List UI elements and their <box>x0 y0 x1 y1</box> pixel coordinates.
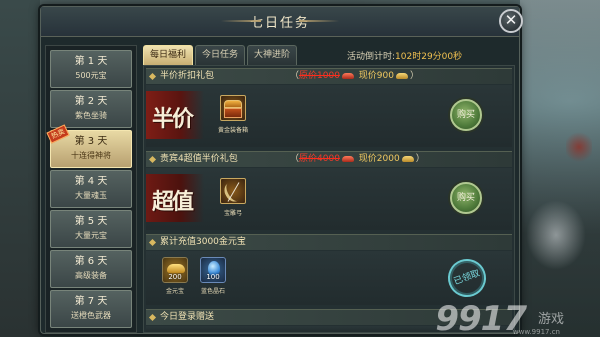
paren-open: （ <box>290 154 300 164</box>
gold-ingot-icon <box>395 72 408 79</box>
red-ingot-icon <box>341 72 354 79</box>
day-label: 第 4 天 <box>74 176 108 187</box>
price-line: （原价1000 现价900 ） <box>290 69 419 84</box>
gold-ingot-icon <box>167 264 185 273</box>
title-bar: 七日任务 <box>41 7 519 37</box>
day-reward: 十连得神将 <box>71 151 111 160</box>
banner-text: 超值 <box>152 189 194 215</box>
day-label: 第 5 天 <box>74 216 108 227</box>
day-item-5[interactable]: 第 5 天 大量元宝 <box>50 210 132 248</box>
diamond-icon <box>148 155 157 164</box>
buy-button-super-value[interactable]: 购买 <box>450 182 482 214</box>
paren-open: （ <box>290 71 300 81</box>
day-label: 第 7 天 <box>74 296 108 307</box>
diamond-icon <box>148 238 157 247</box>
current-price: 现价2000 <box>358 154 400 164</box>
watermark-url: www.9917.cn <box>512 328 560 336</box>
diamond-icon <box>148 313 157 322</box>
day-list: 第 1 天 500元宝 第 2 天 紫色坐骑 热卖 第 3 天 十连得神将 第 … <box>45 45 137 333</box>
item-name: 蓝色晶石 <box>200 288 225 295</box>
red-ingot-icon <box>341 155 354 162</box>
tab-master-advance[interactable]: 大神进阶 <box>247 45 298 65</box>
day-item-4[interactable]: 第 4 天 大量魂玉 <box>50 170 132 208</box>
event-countdown: 活动倒计时:102时29分00秒 <box>347 49 462 62</box>
scene-snow-decoration <box>526 200 586 270</box>
day-item-6[interactable]: 第 6 天 高级装备 <box>50 250 132 288</box>
scene-right-edge <box>520 0 600 337</box>
banner-text: 半价 <box>152 106 194 132</box>
section-title: 贵宾4超值半价礼包 <box>160 154 238 164</box>
day-reward: 大量元宝 <box>75 231 107 240</box>
claimed-stamp: 已领取 <box>442 253 492 303</box>
buy-button-half-price[interactable]: 购买 <box>450 99 482 131</box>
section-body-recharge: 200 金元宝 100 蓝色晶石 已领取 <box>146 251 512 305</box>
price-line: （原价4000 现价2000 ） <box>290 152 425 167</box>
watermark-sub: 游戏 <box>537 312 564 327</box>
gold-yuanbao-item[interactable]: 200 <box>162 257 188 283</box>
day-label: 第 2 天 <box>74 96 108 107</box>
scene-red-decoration <box>566 130 592 164</box>
day-reward: 紫色坐骑 <box>75 111 107 120</box>
tab-daily-welfare[interactable]: 每日福利 <box>143 45 194 65</box>
day-label: 第 6 天 <box>74 256 108 267</box>
original-price: 原价4000 <box>299 154 340 164</box>
super-value-banner: 超值 <box>146 174 204 222</box>
chest-lid-icon <box>224 100 242 108</box>
section-body-super-value: 超值 宝雕弓 购买 <box>146 168 512 230</box>
title-ornament-left <box>221 20 261 22</box>
item-quantity: 100 <box>206 273 220 281</box>
tab-bar: 每日福利 今日任务 大神进阶 <box>143 45 298 65</box>
section-header-super-value: 贵宾4超值半价礼包 （原价4000 现价2000 ） <box>146 151 512 167</box>
day-reward: 高级装备 <box>75 271 107 280</box>
section-title: 今日登录赠送 <box>160 312 215 322</box>
current-price: 现价900 <box>358 71 394 81</box>
diamond-icon <box>148 72 157 81</box>
original-price: 原价1000 <box>299 71 340 81</box>
day-label: 第 1 天 <box>74 56 108 67</box>
treasure-bow-item[interactable] <box>220 178 246 205</box>
gold-equipment-chest-item[interactable] <box>220 95 246 121</box>
paren-close: ） <box>409 71 419 81</box>
section-header-half-price: 半价折扣礼包 （原价1000 现价900 ） <box>146 68 512 84</box>
title-ornament-right <box>299 20 339 22</box>
day-reward: 送橙色武器 <box>71 311 111 320</box>
day-item-1[interactable]: 第 1 天 500元宝 <box>50 50 132 88</box>
reward-content: 半价折扣礼包 （原价1000 现价900） 半价 黄金装备箱 购买 贵宾4超值半… <box>143 65 515 333</box>
gold-ingot-icon <box>401 155 414 162</box>
item-name: 黄金装备箱 <box>217 127 248 134</box>
tab-today-tasks[interactable]: 今日任务 <box>195 45 246 65</box>
section-body-half-price: 半价 黄金装备箱 购买 <box>146 85 512 147</box>
day-item-7[interactable]: 第 7 天 送橙色武器 <box>50 290 132 328</box>
blue-crystal-item[interactable]: 100 <box>200 257 226 283</box>
section-header-recharge: 累计充值3000金元宝 <box>146 234 512 250</box>
day-item-3[interactable]: 热卖 第 3 天 十连得神将 <box>46 124 132 168</box>
item-name: 宝雕弓 <box>223 210 242 217</box>
item-quantity: 200 <box>168 273 182 281</box>
countdown-label: 活动倒计时: <box>347 52 396 62</box>
half-price-banner: 半价 <box>146 91 204 139</box>
section-title: 半价折扣礼包 <box>160 71 215 81</box>
scene-left-edge <box>0 0 40 337</box>
close-button[interactable]: ✕ <box>499 9 523 33</box>
chest-body-icon <box>224 108 242 118</box>
paren-close: ） <box>415 154 425 164</box>
countdown-time: 102时29分00秒 <box>395 52 463 62</box>
section-title: 累计充值3000金元宝 <box>160 237 246 247</box>
day-item-2[interactable]: 第 2 天 紫色坐骑 <box>50 90 132 128</box>
seven-day-task-panel: 七日任务 ✕ 第 1 天 500元宝 第 2 天 紫色坐骑 热卖 第 3 天 十… <box>40 6 523 334</box>
day-reward: 500元宝 <box>75 71 107 80</box>
day-reward: 大量魂玉 <box>75 191 107 200</box>
